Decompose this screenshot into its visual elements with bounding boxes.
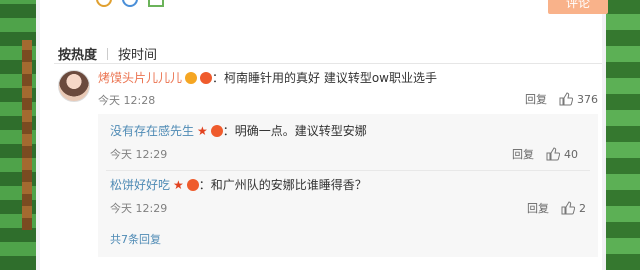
reply-button[interactable]: 回复 [527, 200, 549, 216]
tab-separator [107, 47, 109, 60]
comment-time: 今天 12:28 [98, 94, 156, 107]
like-icon[interactable] [546, 147, 561, 161]
tab-sort-by-time[interactable]: 按时间 [118, 44, 157, 63]
like-count: 2 [579, 201, 586, 215]
emoji-icon[interactable] [96, 0, 112, 7]
comments-card: 评论 按热度 按时间 烤馍头片儿儿儿 ：柯南睡针用的真好 建议转型ow职业选手 … [40, 0, 608, 270]
reply-text: ：和广州队的安娜比谁睡得香？ [198, 178, 367, 192]
sort-tabs: 按热度 按时间 [58, 44, 157, 63]
comment-line: 烤馍头片儿儿儿 ：柯南睡针用的真好 建议转型ow职业选手 [98, 69, 598, 86]
reply-actions: 回复 40 [512, 146, 578, 162]
more-replies-link[interactable]: 共7条回复 [110, 231, 161, 247]
comment-item: 烤馍头片儿儿儿 ：柯南睡针用的真好 建议转型ow职业选手 今天 12:28 回复… [98, 69, 598, 107]
like-count: 40 [564, 147, 578, 161]
reply-item: 松饼好好吃 ★ ：和广州队的安娜比谁睡得香？ 今天 12:29 回复 2 [110, 176, 590, 229]
replies-block: 没有存在感先生 ★ ：明确一点。建议转型安娜 今天 12:29 回复 40 松饼… [98, 114, 598, 257]
divider [106, 170, 590, 171]
reply-item: 没有存在感先生 ★ ：明确一点。建议转型安娜 今天 12:29 回复 40 [110, 122, 590, 175]
tab-sort-by-heat[interactable]: 按热度 [58, 44, 97, 63]
reply-button[interactable]: 回复 [512, 146, 534, 162]
comment-username[interactable]: 烤馍头片儿儿儿 [98, 69, 182, 86]
reply-line: 没有存在感先生 ★ ：明确一点。建议转型安娜 [110, 122, 590, 139]
reply-button[interactable]: 回复 [525, 91, 547, 107]
background-left [0, 0, 36, 270]
reply-actions: 回复 2 [527, 200, 586, 216]
reply-text: ：明确一点。建议转型安娜 [222, 124, 367, 138]
reply-time: 今天 12:29 [110, 202, 168, 215]
vip-badge-icon [185, 71, 198, 84]
fan-badge-icon [210, 124, 223, 137]
background-right [606, 0, 640, 270]
post-comment-button[interactable]: 评论 [548, 0, 608, 14]
reply-time: 今天 12:29 [110, 148, 168, 161]
star-badge-icon: ★ [197, 123, 208, 138]
avatar[interactable] [58, 70, 90, 102]
like-count: 376 [577, 92, 598, 106]
comment-text: ：柯南睡针用的真好 建议转型ow职业选手 [212, 71, 437, 85]
reply-username[interactable]: 松饼好好吃 [110, 176, 170, 193]
star-badge-icon: ★ [173, 177, 184, 192]
compose-toolbar [96, 0, 174, 7]
fan-badge-icon [200, 71, 213, 84]
image-icon[interactable] [148, 0, 164, 7]
reply-username[interactable]: 没有存在感先生 [110, 122, 194, 139]
comment-actions: 回复 376 [525, 91, 598, 107]
divider [54, 63, 602, 64]
like-icon[interactable] [559, 92, 574, 106]
fan-badge-icon [186, 178, 199, 191]
like-icon[interactable] [561, 201, 576, 215]
comments-panel: 评论 按热度 按时间 烤馍头片儿儿儿 ：柯南睡针用的真好 建议转型ow职业选手 … [36, 0, 608, 270]
reply-line: 松饼好好吃 ★ ：和广州队的安娜比谁睡得香？ [110, 176, 590, 193]
mention-icon[interactable] [122, 0, 138, 7]
